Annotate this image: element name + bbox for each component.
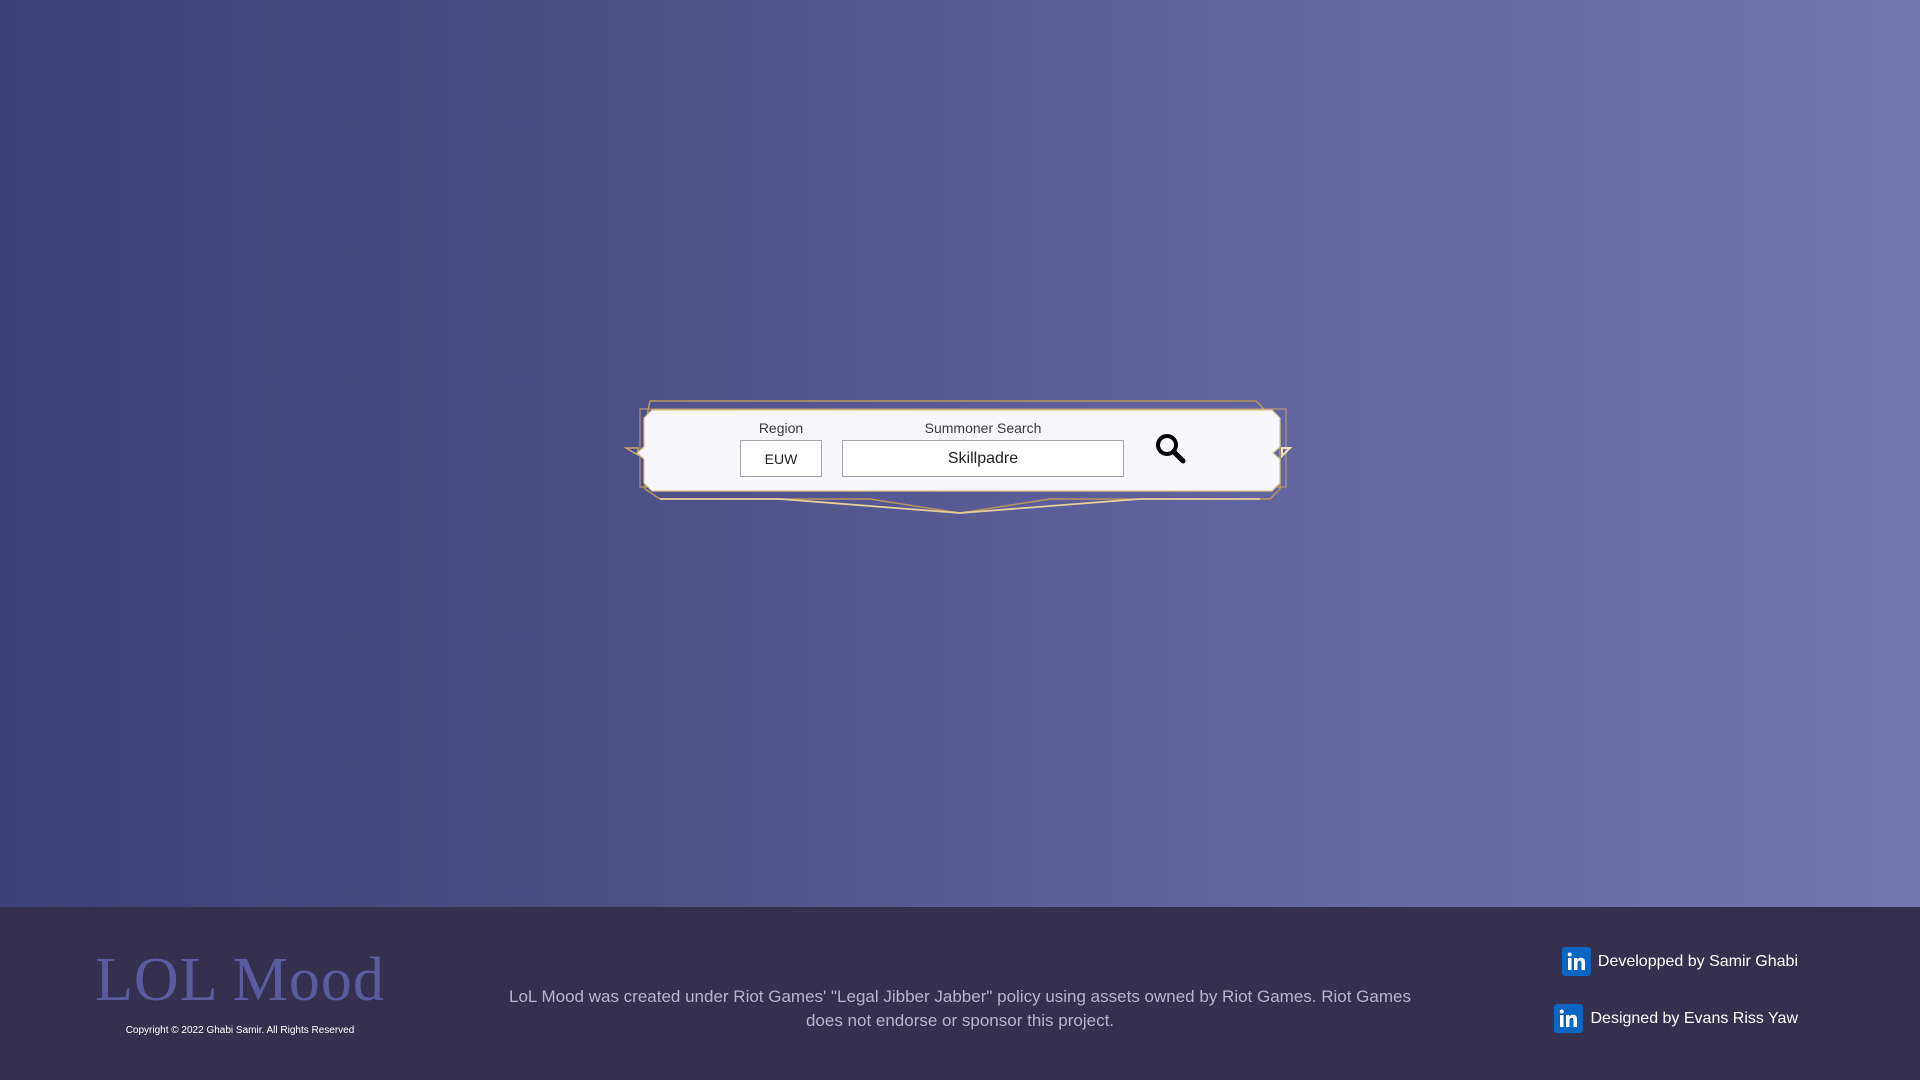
linkedin-icon [1561,947,1591,976]
footer: LOL Mood Copyright © 2022 Ghabi Samir. A… [0,907,1920,1080]
region-input[interactable] [740,440,822,477]
search-button[interactable] [1145,423,1195,473]
search-icon [1156,434,1186,464]
summoner-search-input[interactable] [842,440,1124,477]
developer-credit-label: Developped by Samir Ghabi [1597,953,1798,970]
region-field: Region [740,420,822,477]
designer-credit-label: Designed by Evans Riss Yaw [1590,1010,1798,1027]
hero-background: Region Summoner Search [0,0,1920,907]
designer-linkedin-link[interactable]: Designed by Evans Riss Yaw [1554,1004,1798,1033]
copyright-text: Copyright © 2022 Ghabi Samir. All Rights… [125,1025,355,1036]
brand-logo: LOL Mood [95,946,385,1014]
linkedin-icon [1554,1004,1584,1033]
credits: Developped by Samir Ghabi Designed by Ev… [1554,947,1798,1033]
brand: LOL Mood Copyright © 2022 Ghabi Samir. A… [90,945,390,1036]
app-root: Region Summoner Search LOL Mood Copyrigh… [0,0,1920,1080]
legal-disclaimer: LoL Mood was created under Riot Games' "… [509,987,1411,1030]
summoner-search-label: Summoner Search [924,420,1042,436]
summoner-search-field: Summoner Search [842,420,1124,477]
search-panel: Region Summoner Search [623,395,1294,515]
region-label: Region [758,420,804,436]
developer-linkedin-link[interactable]: Developped by Samir Ghabi [1561,947,1798,976]
